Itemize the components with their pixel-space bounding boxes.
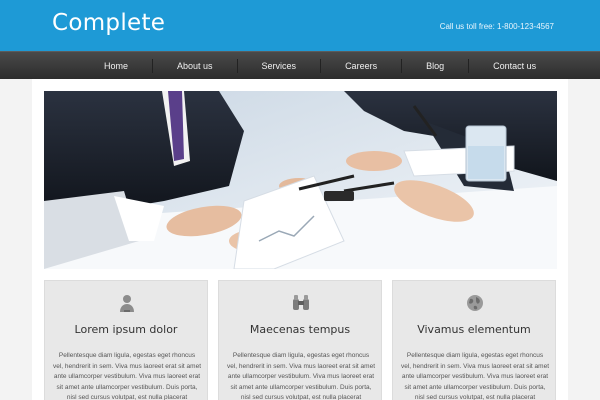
card-text: Pellentesque diam ligula, egestas eget r… xyxy=(227,352,375,400)
card-text: Pellentesque diam ligula, egestas eget r… xyxy=(53,352,201,400)
nav-item-about-us[interactable]: About us xyxy=(153,59,237,73)
card-title: Vivamus elementum xyxy=(417,323,531,336)
user-icon xyxy=(117,293,137,313)
site-header: Complete Call us toll free: 1-800-123-45… xyxy=(0,0,600,51)
main-nav: Home About us Services Careers Blog Cont… xyxy=(0,51,600,79)
nav-item-contact-us[interactable]: Contact us xyxy=(469,59,560,73)
card-title: Lorem ipsum dolor xyxy=(74,323,178,336)
content-area: Lorem ipsum dolor Pellentesque diam ligu… xyxy=(32,79,568,400)
feature-card: Maecenas tempus Pellentesque diam ligula… xyxy=(218,280,382,400)
nav-item-home[interactable]: Home xyxy=(80,59,152,73)
feature-card: Lorem ipsum dolor Pellentesque diam ligu… xyxy=(44,280,208,400)
hero-image xyxy=(44,91,557,269)
feature-card: Vivamus elementum Pellentesque diam ligu… xyxy=(392,280,556,400)
nav-item-services[interactable]: Services xyxy=(238,59,321,73)
business-meeting-illustration xyxy=(44,91,557,269)
card-title: Maecenas tempus xyxy=(249,323,351,336)
site-logo[interactable]: Complete xyxy=(52,10,165,36)
globe-icon xyxy=(465,293,485,313)
binoculars-icon xyxy=(291,293,311,313)
nav-item-blog[interactable]: Blog xyxy=(402,59,468,73)
nav-item-careers[interactable]: Careers xyxy=(321,59,401,73)
card-text: Pellentesque diam ligula, egestas eget r… xyxy=(401,352,549,400)
toll-free-phone: Call us toll free: 1-800-123-4567 xyxy=(439,22,554,31)
